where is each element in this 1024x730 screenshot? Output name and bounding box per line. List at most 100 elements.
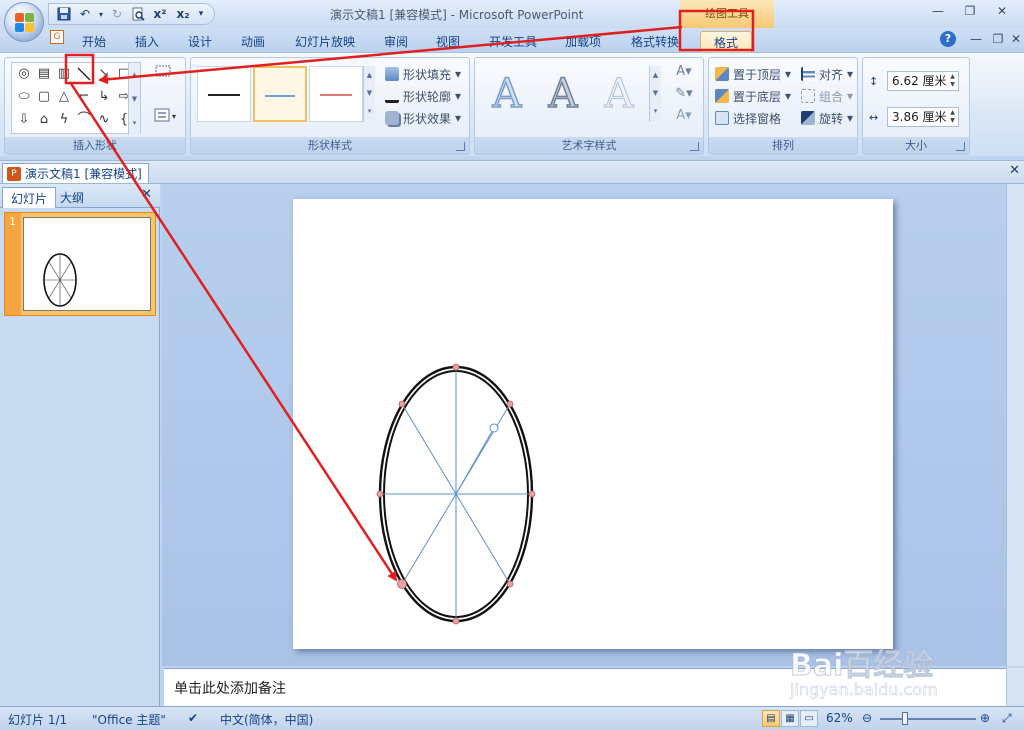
selection-pane-button[interactable]: 选择窗格: [715, 108, 781, 128]
dialog-launcher-icon[interactable]: [456, 142, 465, 151]
elbow-connector-shape-icon[interactable]: ⌐: [76, 89, 92, 105]
slide-sorter-view-button[interactable]: ▦: [781, 710, 799, 727]
tab-review[interactable]: 审阅: [376, 31, 416, 52]
height-input[interactable]: 6.62 厘米 ▲ ▼: [887, 71, 959, 91]
tab-animation[interactable]: 动画: [233, 31, 273, 52]
spell-check-icon[interactable]: ✔: [188, 711, 198, 725]
scroll-up-icon[interactable]: ▲: [650, 66, 661, 84]
subscript-button[interactable]: x₂: [173, 5, 193, 23]
bring-to-front-button[interactable]: 置于顶层 ▾: [715, 64, 791, 84]
ellipse-ring-shape-icon[interactable]: ◎: [16, 66, 32, 82]
restore-button[interactable]: ❐: [956, 2, 984, 20]
shape-fill-button[interactable]: 形状填充 ▾: [385, 64, 461, 84]
shape-effects-button[interactable]: 形状效果 ▾: [385, 108, 461, 128]
doc-close-button[interactable]: ✕: [1002, 30, 1024, 48]
zoom-slider-thumb[interactable]: [902, 712, 908, 725]
shape-style-dark[interactable]: [197, 66, 251, 122]
scroll-down-icon[interactable]: ▼: [129, 87, 140, 111]
text-fill-icon[interactable]: A▾: [671, 64, 697, 80]
tab-developer[interactable]: 开发工具: [482, 31, 544, 52]
gallery-scrollbar[interactable]: ▲ ▼ ▾: [128, 63, 140, 135]
zoom-in-icon[interactable]: ⊕: [980, 711, 990, 725]
scroll-down-icon[interactable]: ▼: [650, 84, 661, 102]
style-gallery-scrollbar[interactable]: ▲ ▼ ▾: [363, 66, 375, 122]
wordart-style-3[interactable]: A: [593, 68, 645, 120]
freeform-shape-icon[interactable]: ∿: [96, 112, 112, 128]
slide-thumbnail[interactable]: [23, 217, 151, 311]
dialog-launcher-icon[interactable]: [956, 142, 965, 151]
flowchart-shape-icon[interactable]: ⌂: [36, 112, 52, 128]
line-shape-icon[interactable]: [76, 66, 92, 82]
text-outline-icon[interactable]: ✎▾: [671, 86, 697, 102]
shape-style-blue[interactable]: [253, 66, 307, 122]
notes-scrollbar[interactable]: [1006, 668, 1024, 706]
tab-addins[interactable]: 加载项: [556, 31, 610, 52]
down-arrow-shape-icon[interactable]: ⇩: [16, 112, 32, 128]
tab-home[interactable]: 开始: [74, 31, 114, 52]
document-tab[interactable]: P 演示文稿1 [兼容模式]: [2, 163, 149, 183]
slide-canvas[interactable]: [293, 199, 893, 649]
wordart-style-2[interactable]: A: [537, 68, 589, 120]
close-pane-icon[interactable]: ✕: [141, 187, 152, 202]
save-icon[interactable]: [55, 5, 73, 23]
fit-to-window-icon[interactable]: ⤢: [1002, 711, 1012, 726]
elbow-arrow-shape-icon[interactable]: ↳: [96, 89, 112, 105]
tab-design[interactable]: 设计: [180, 31, 220, 52]
gallery-more-icon[interactable]: ▾: [129, 111, 140, 135]
help-icon[interactable]: ?: [940, 31, 956, 47]
vertical-scrollbar[interactable]: [1006, 184, 1024, 666]
lightning-shape-icon[interactable]: ϟ: [56, 112, 72, 128]
tab-format-convert[interactable]: 格式转换: [624, 31, 686, 52]
print-preview-icon[interactable]: [129, 5, 147, 23]
send-to-back-button[interactable]: 置于底层 ▾: [715, 86, 791, 106]
language-indicator[interactable]: 中文(简体，中国): [220, 711, 313, 728]
tab-format[interactable]: 格式: [700, 31, 752, 52]
dialog-launcher-icon[interactable]: [690, 142, 699, 151]
height-spinner[interactable]: ▲ ▼: [948, 73, 957, 89]
oval-shape-icon[interactable]: ⬭: [16, 89, 32, 105]
align-button[interactable]: 对齐 ▾: [801, 64, 853, 84]
scroll-down-icon[interactable]: ▼: [364, 84, 375, 102]
close-window-button[interactable]: ✕: [988, 2, 1016, 20]
slide-thumbnail-item[interactable]: 1: [4, 212, 156, 316]
textbox-draw-icon[interactable]: ▾: [153, 108, 179, 124]
group-button[interactable]: 组合 ▾: [801, 86, 853, 106]
triangle-shape-icon[interactable]: △: [56, 89, 72, 105]
edit-shape-icon[interactable]: [153, 64, 175, 80]
text-effects-icon[interactable]: A▾: [671, 108, 697, 124]
curve-shape-icon[interactable]: ⌒: [76, 112, 92, 128]
gallery-more-icon[interactable]: ▾: [650, 102, 661, 120]
zoom-out-icon[interactable]: ⊖: [862, 711, 872, 725]
rounded-rect-shape-icon[interactable]: ▢: [36, 89, 52, 105]
arrow-line-shape-icon[interactable]: ↘: [96, 66, 112, 82]
wordart-style-1[interactable]: A: [481, 68, 533, 120]
undo-icon[interactable]: ↶: [76, 5, 94, 23]
superscript-button[interactable]: x²: [150, 5, 170, 23]
rotate-button[interactable]: 旋转 ▾: [801, 108, 853, 128]
minimize-button[interactable]: —: [924, 2, 952, 20]
tab-slideshow[interactable]: 幻灯片放映: [288, 31, 362, 52]
normal-view-button[interactable]: ▤: [762, 710, 780, 727]
tab-insert[interactable]: 插入: [127, 31, 167, 52]
scroll-up-icon[interactable]: ▲: [129, 63, 140, 87]
vertical-textbox-shape-icon[interactable]: ▥: [56, 66, 72, 82]
zoom-level[interactable]: 62%: [826, 711, 853, 725]
scroll-up-icon[interactable]: ▲: [364, 66, 375, 84]
tab-view[interactable]: 视图: [428, 31, 468, 52]
dropdown-arrow-icon[interactable]: ▾: [97, 5, 105, 23]
shape-style-red[interactable]: [309, 66, 363, 122]
close-document-icon[interactable]: ✕: [1009, 163, 1020, 178]
slideshow-view-button[interactable]: ▭: [800, 710, 818, 727]
tab-slides[interactable]: 幻灯片: [2, 187, 57, 208]
width-input[interactable]: 3.86 厘米 ▲ ▼: [887, 107, 959, 127]
textbox-shape-icon[interactable]: ▤: [36, 66, 52, 82]
tab-outline[interactable]: 大纲: [52, 187, 92, 208]
customize-qat-icon[interactable]: ▾: [196, 5, 206, 23]
office-button[interactable]: [4, 2, 44, 42]
redo-icon[interactable]: ↻: [108, 5, 126, 23]
gallery-more-icon[interactable]: ▾: [364, 102, 375, 120]
wordart-gallery-scrollbar[interactable]: ▲ ▼ ▾: [649, 66, 661, 122]
shape-outline-button[interactable]: 形状轮廓 ▾: [385, 86, 461, 106]
width-spinner[interactable]: ▲ ▼: [948, 109, 957, 125]
zoom-slider-track[interactable]: [880, 718, 976, 720]
